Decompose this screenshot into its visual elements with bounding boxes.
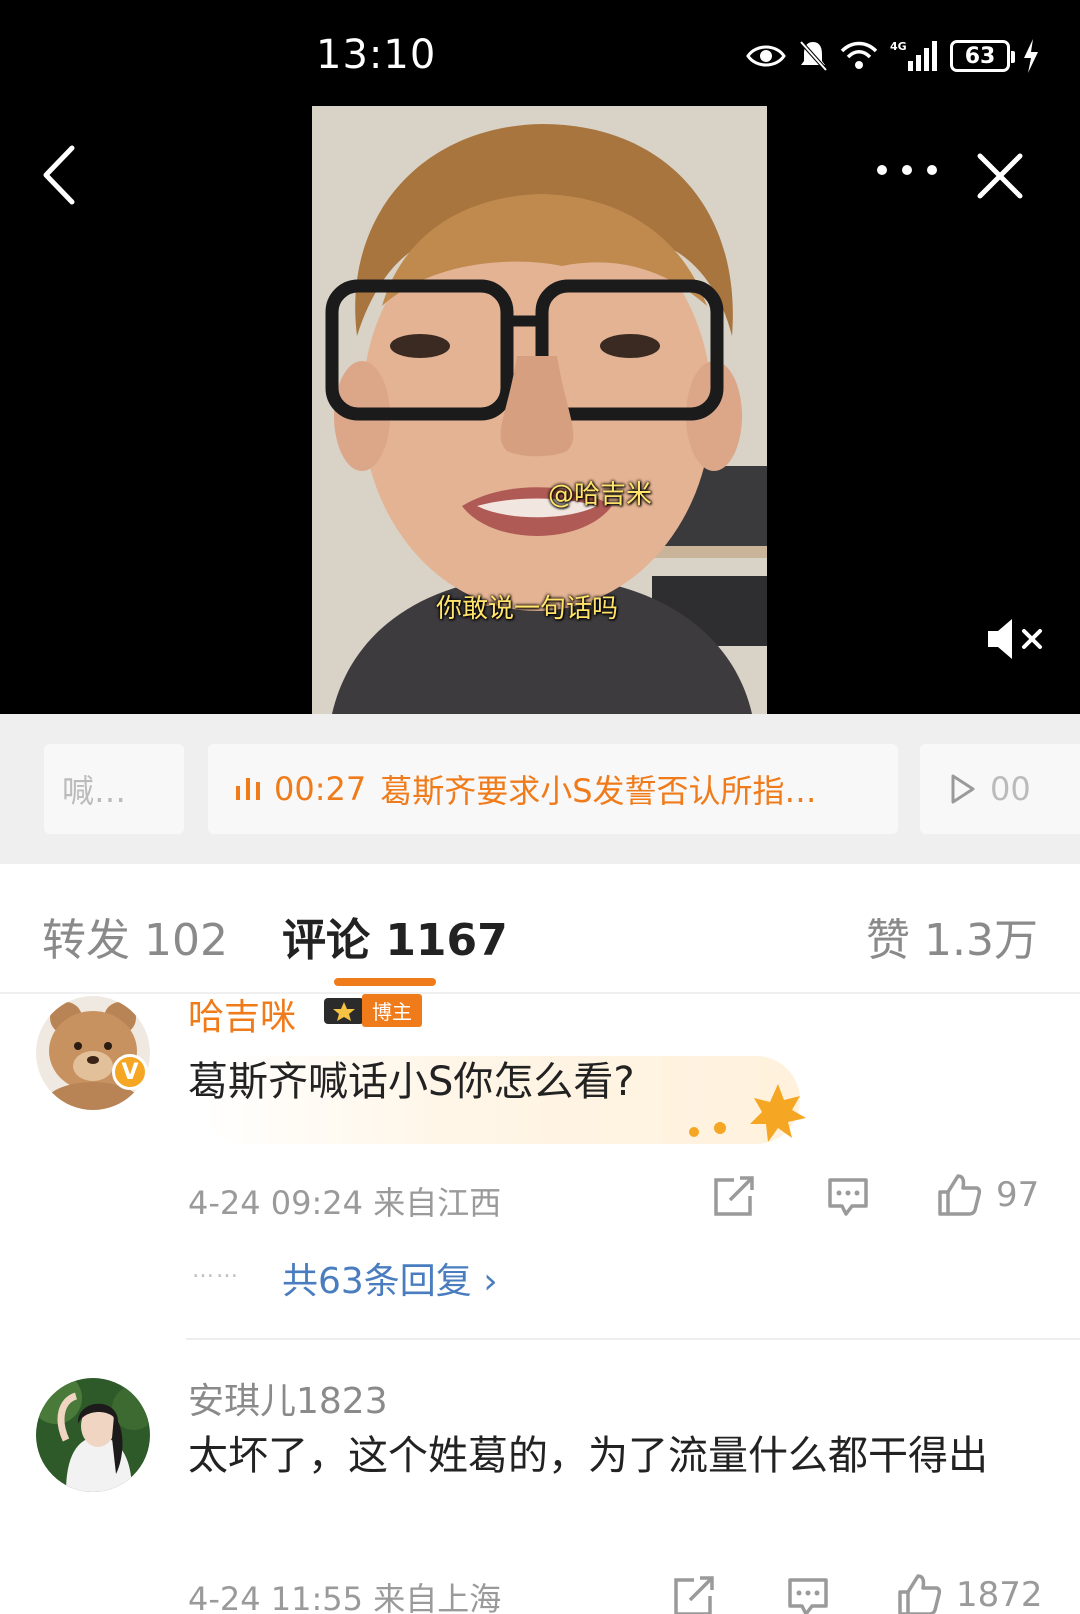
crown-icon	[324, 998, 364, 1024]
like-count: 97	[996, 1175, 1040, 1215]
comment-text: 太坏了，这个姓葛的，为了流量什么都干得出	[188, 1433, 988, 1479]
signal-icon: 4G	[890, 40, 937, 71]
chapter-prev-label: 喊…	[62, 772, 127, 810]
comment-meta: 4-24 11:55 来自上海	[188, 1580, 502, 1614]
more-button[interactable]	[872, 150, 942, 190]
status-icons: 4G 63	[746, 34, 1040, 78]
woman-portrait-avatar-image	[36, 1378, 150, 1492]
like-icon	[938, 1174, 982, 1216]
comment-divider	[186, 1338, 1080, 1340]
blogger-badge-label: 博主	[362, 993, 422, 1027]
tab-active-indicator	[334, 978, 436, 986]
chapter-strip: 喊… 00:27 葛斯齐要求小S发誓否认所指… 00	[0, 714, 1080, 864]
wifi-icon	[840, 41, 878, 69]
status-time: 13:10	[316, 32, 437, 78]
comment-icon	[828, 1178, 868, 1216]
tab-comment[interactable]: 评论 1167	[282, 904, 508, 968]
charging-icon	[1024, 39, 1038, 73]
close-icon	[977, 153, 1023, 199]
video-subtitle: 你敢说一句话吗	[436, 594, 619, 624]
share-icon	[674, 1576, 714, 1614]
bell-muted-icon	[799, 40, 828, 72]
comment-item: 安琪儿1823 太坏了，这个姓葛的，为了流量什么都干得出 4-24 11:55 …	[0, 1374, 1080, 1614]
tab-like[interactable]: 赞 1.3万	[866, 904, 1038, 968]
equalizer-icon	[236, 778, 260, 800]
like-count: 1872	[956, 1575, 1043, 1614]
comment-username[interactable]: 安琪儿1823	[188, 1372, 388, 1424]
verified-badge-icon: V	[112, 1054, 148, 1090]
replies-dots: ……	[192, 1258, 240, 1283]
maple-leaf-icon	[689, 1084, 806, 1142]
video-subtitle-mention: @哈吉米	[548, 480, 653, 510]
chapter-next-label: 00	[990, 770, 1031, 808]
eye-icon	[746, 45, 786, 67]
back-arrow-icon	[43, 145, 75, 205]
chapter-current-time: 00:27	[274, 770, 367, 808]
teddy-bear-avatar-image	[36, 996, 150, 1110]
share-button[interactable]	[672, 1576, 716, 1614]
reply-button[interactable]	[826, 1176, 870, 1218]
tab-bar: 转发 102 评论 1167 赞 1.3万	[0, 864, 1080, 994]
tab-repost[interactable]: 转发 102	[42, 904, 228, 968]
blogger-badge: 博主	[322, 993, 422, 1027]
avatar[interactable]	[36, 996, 150, 1110]
like-button[interactable]: 97	[936, 1172, 1039, 1218]
chapter-next[interactable]: 00	[920, 744, 1080, 834]
view-replies-link[interactable]: 共63条回复 ›	[282, 1252, 498, 1304]
chapter-current[interactable]: 00:27 葛斯齐要求小S发誓否认所指…	[208, 744, 898, 834]
comment-item: V 哈吉咪 博主 葛斯齐喊话小S你怎么看? 4-24 09:24 来自江西 97…	[0, 993, 1080, 1336]
video-player[interactable]: @哈吉米 你敢说一句话吗	[312, 106, 767, 714]
comment-icon	[788, 1578, 828, 1614]
video-header: 13:10 4G 63 @哈吉米 你敢说一句话吗	[0, 0, 1080, 714]
svg-text:4G: 4G	[890, 40, 907, 53]
mute-button[interactable]	[984, 614, 1048, 664]
play-icon	[951, 774, 975, 804]
battery-indicator: 63	[950, 40, 1015, 72]
share-button[interactable]	[712, 1176, 756, 1218]
reply-button[interactable]	[786, 1576, 830, 1614]
comment-username[interactable]: 哈吉咪	[188, 988, 296, 1040]
close-button[interactable]	[972, 148, 1028, 204]
comment-meta: 4-24 09:24 来自江西	[188, 1184, 502, 1222]
comment-text: 葛斯齐喊话小S你怎么看?	[188, 1059, 635, 1105]
back-button[interactable]	[36, 140, 86, 210]
like-button[interactable]: 1872	[896, 1572, 1043, 1614]
more-icon	[877, 165, 937, 175]
mute-icon	[988, 619, 1042, 659]
like-icon	[898, 1574, 942, 1614]
chapter-prev[interactable]: 喊…	[44, 744, 184, 834]
share-icon	[714, 1176, 754, 1216]
chapter-current-title: 葛斯齐要求小S发誓否认所指…	[380, 772, 817, 810]
avatar[interactable]	[36, 1378, 150, 1492]
